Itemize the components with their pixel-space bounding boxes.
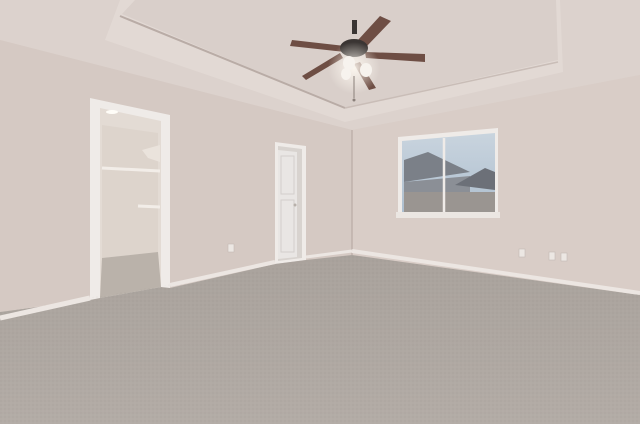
- door-knob[interactable]: [293, 203, 297, 207]
- fan-light-1: [343, 56, 355, 70]
- window-sill: [396, 212, 500, 218]
- fan-light-3: [341, 68, 351, 80]
- closet-shelf-bottom: [137, 204, 161, 209]
- fan-downrod: [352, 20, 357, 34]
- outlet-right-3: [560, 252, 568, 262]
- outlet-right-2: [548, 251, 556, 261]
- fan-light-2: [360, 63, 372, 77]
- outlet-left: [227, 243, 235, 253]
- closet-back-wall: [102, 125, 158, 258]
- closet-light: [106, 110, 118, 114]
- outlet-right-1: [518, 248, 526, 258]
- window-fence: [404, 192, 495, 212]
- fan-pull-chain-end: [352, 98, 356, 102]
- room-scene: [0, 0, 640, 424]
